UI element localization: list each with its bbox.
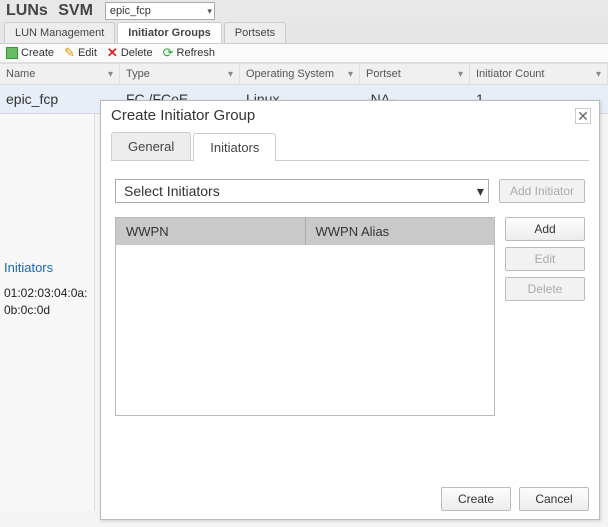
toolbar: Create ✎ Edit ✕ Delete ⟳ Refresh	[0, 44, 608, 63]
dialog-title: Create Initiator Group	[111, 107, 255, 124]
dialog-tabs: General Initiators	[111, 132, 589, 161]
create-icon	[6, 47, 18, 59]
refresh-icon: ⟳	[163, 47, 174, 59]
svm-label: SVM	[58, 2, 93, 19]
col-initiator-count[interactable]: Initiator Count ▾	[470, 64, 608, 84]
delete-button[interactable]: Delete	[505, 277, 585, 301]
col-name[interactable]: Name ▾	[0, 64, 120, 84]
page-title: LUNs SVM	[6, 2, 99, 20]
delete-button[interactable]: ✕ Delete	[107, 47, 153, 59]
wwpn-table: WWPN WWPN Alias	[115, 217, 495, 416]
close-icon[interactable]: ✕	[575, 108, 591, 124]
wwpn-table-body	[116, 245, 494, 415]
col-portset[interactable]: Portset ▾	[360, 64, 470, 84]
chevron-down-icon: ▾	[477, 183, 484, 200]
tab-portsets[interactable]: Portsets	[224, 22, 286, 43]
tab-general[interactable]: General	[111, 132, 191, 160]
create-button[interactable]: Create	[441, 487, 511, 511]
top-bar: LUNs SVM epic_fcp ▾	[0, 0, 608, 22]
create-button[interactable]: Create	[6, 47, 54, 59]
create-initiator-group-dialog: Create Initiator Group ✕ General Initiat…	[100, 100, 600, 520]
initiators-header: Initiators	[4, 260, 90, 275]
tab-initiators[interactable]: Initiators	[193, 133, 276, 161]
col-wwpn-alias[interactable]: WWPN Alias	[306, 218, 495, 245]
edit-button[interactable]: Edit	[505, 247, 585, 271]
delete-icon: ✕	[107, 47, 118, 59]
edit-button[interactable]: ✎ Edit	[64, 47, 97, 59]
add-initiator-button[interactable]: Add Initiator	[499, 179, 585, 203]
filter-icon[interactable]: ▾	[228, 69, 233, 80]
svm-dropdown[interactable]: epic_fcp ▾	[105, 2, 215, 20]
tab-initiator-groups[interactable]: Initiator Groups	[117, 22, 222, 43]
svm-value: epic_fcp	[110, 5, 151, 17]
add-button[interactable]: Add	[505, 217, 585, 241]
pencil-icon: ✎	[64, 47, 75, 59]
col-wwpn[interactable]: WWPN	[116, 218, 306, 245]
grid-header: Name ▾ Type ▾ Operating System ▾ Portset…	[0, 63, 608, 85]
filter-icon[interactable]: ▾	[458, 69, 463, 80]
side-panel: Initiators 01:02:03:04:0a:0b:0c:0d	[0, 114, 95, 511]
col-os[interactable]: Operating System ▾	[240, 64, 360, 84]
filter-icon[interactable]: ▾	[596, 69, 601, 80]
cancel-button[interactable]: Cancel	[519, 487, 589, 511]
luns-label: LUNs	[6, 2, 48, 19]
chevron-down-icon: ▾	[207, 6, 212, 17]
filter-icon[interactable]: ▾	[348, 69, 353, 80]
select-initiators-dropdown[interactable]: Select Initiators ▾	[115, 179, 489, 203]
initiator-wwpn: 01:02:03:04:0a:0b:0c:0d	[4, 285, 90, 319]
filter-icon[interactable]: ▾	[108, 69, 113, 80]
tab-lun-management[interactable]: LUN Management	[4, 22, 115, 43]
col-type[interactable]: Type ▾	[120, 64, 240, 84]
refresh-button[interactable]: ⟳ Refresh	[163, 47, 215, 59]
main-tabs: LUN Management Initiator Groups Portsets	[0, 22, 608, 44]
